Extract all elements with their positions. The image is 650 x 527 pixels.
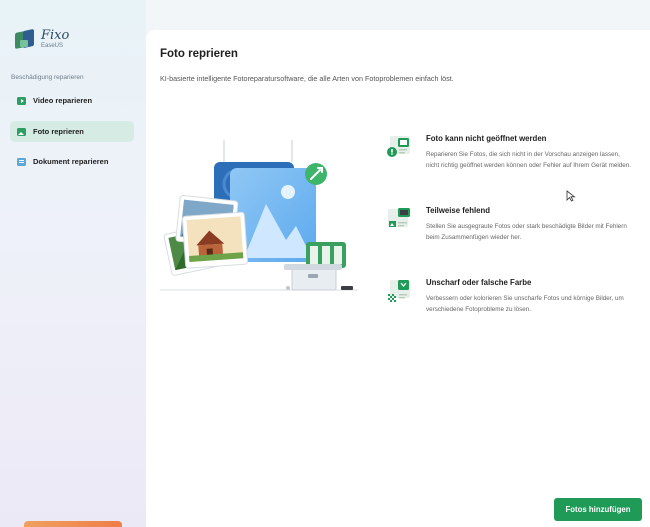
feature-title: Foto kann nicht geöffnet werden [426, 134, 547, 143]
sidebar: Fixo EaseUS Beschädigung reparieren Vide… [0, 0, 146, 527]
document-icon [17, 157, 26, 166]
logo-sub: EaseUS [41, 43, 64, 49]
feature-description: Verbessern oder kolorieren Sie unscharfe… [426, 295, 624, 313]
sidebar-item-video-repair[interactable]: Video reparieren [10, 90, 134, 111]
photo-repair-illustration [158, 140, 363, 295]
main-panel: Foto reprieren KI-basierte intelligente … [146, 30, 650, 527]
page-title: Foto reprieren [160, 48, 238, 60]
partial-photo-icon [388, 208, 410, 227]
sidebar-section-label: Beschädigung reparieren [11, 74, 84, 81]
fixo-logo-icon [15, 28, 37, 50]
sidebar-bottom-button[interactable] [24, 521, 122, 527]
blurry-photo-icon [388, 280, 410, 302]
feature-description: Reparieren Sie Fotos, die sich nicht in … [426, 151, 631, 169]
feature-title: Teilweise fehlend [426, 206, 490, 215]
broken-photo-icon [387, 136, 410, 157]
logo-name: Fixo [41, 28, 70, 43]
sidebar-item-label: Video reparieren [33, 96, 93, 105]
sidebar-item-label: Foto reprieren [33, 127, 84, 136]
page-subtitle: KI-basierte intelligente Fotoreparaturso… [160, 74, 454, 83]
add-photos-button[interactable]: Fotos hinzufügen [554, 498, 642, 521]
sidebar-item-document-repair[interactable]: Dokument reparieren [10, 151, 134, 172]
sidebar-item-photo-repair[interactable]: Foto reprieren [10, 121, 134, 142]
sidebar-item-label: Dokument reparieren [33, 157, 109, 166]
app-logo: Fixo EaseUS [15, 28, 70, 50]
video-icon [17, 96, 26, 105]
feature-description: Stellen Sie ausgegraute Fotos oder stark… [426, 223, 627, 241]
mouse-cursor-icon [566, 190, 576, 202]
photo-icon [17, 127, 26, 136]
feature-title: Unscharf oder falsche Farbe [426, 278, 532, 287]
